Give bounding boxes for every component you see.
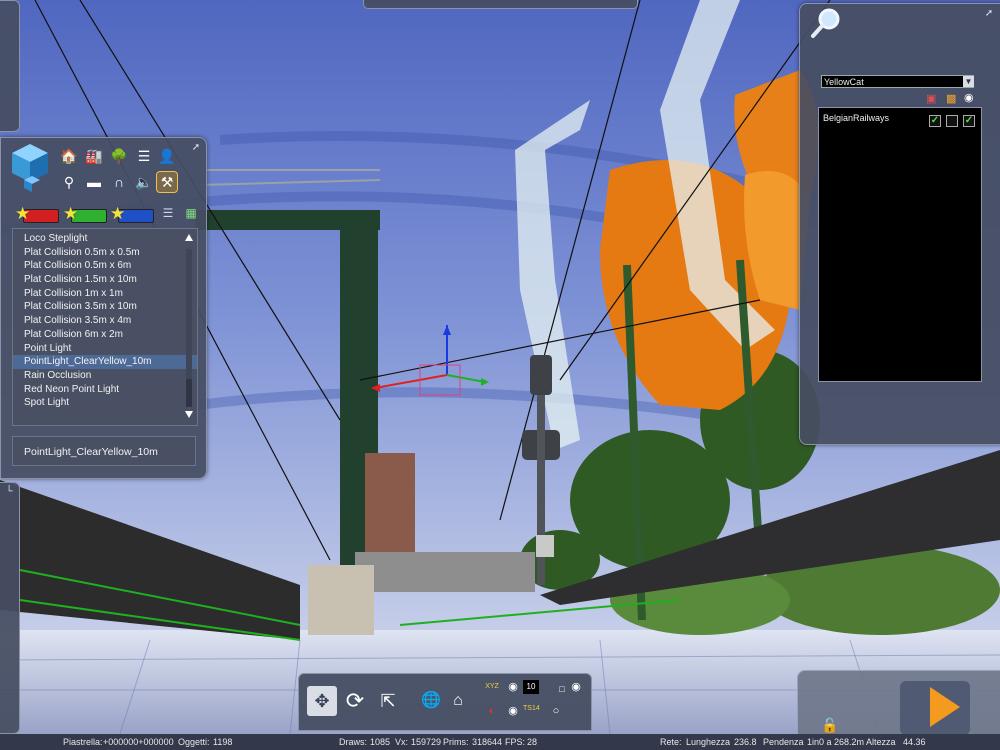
eye-icon[interactable]: ◉ [964, 91, 974, 104]
list-item[interactable]: Plat Collision 1m x 1m [13, 287, 197, 301]
fps-label: FPS: [505, 737, 526, 747]
objects-value: 1198 [213, 737, 233, 747]
list-item[interactable]: Red Neon Point Light [13, 383, 197, 397]
axis-label: XYZ [485, 683, 499, 690]
layer-panel: ➚ YellowCat ▼ ▣ ▩ ◉ BelgianRailways ✓ ✓ [799, 3, 1000, 445]
height-label: Altezza [866, 737, 896, 747]
bridge-icon[interactable]: ▬ [84, 172, 104, 192]
list-item[interactable]: Spot Light [13, 396, 197, 410]
bridge [355, 552, 535, 592]
bottom-toolbar: ✥ ⟳ ⇱ 🌐 ⌂ XYZ ◉ 10 □ ◉ ◐ ◉ TS14 ○ [298, 673, 592, 731]
vx-label: Vx: [395, 737, 409, 747]
search-icon[interactable] [810, 7, 842, 39]
lock-small-icon[interactable]: □ [555, 682, 569, 696]
list-item[interactable]: Plat Collision 0.5m x 0.5m [13, 246, 197, 260]
fps-value: 28 [527, 737, 538, 747]
play-panel: 🔓 [797, 670, 1000, 736]
tile-value: +000000+000000 [103, 737, 174, 747]
cube-icon[interactable] [10, 142, 50, 192]
star-icon: ★ [63, 204, 79, 223]
brick-hut [365, 453, 415, 553]
counter-value[interactable]: 10 [523, 680, 539, 694]
list-item[interactable]: Plat Collision 6m x 2m [13, 328, 197, 342]
pin-icon[interactable]: ➚ [983, 8, 995, 20]
scroll-down-icon [185, 411, 193, 418]
top-panel-stub[interactable] [363, 0, 638, 9]
crane-icon[interactable]: ⚒ [156, 171, 178, 193]
object-browser-panel: ➚ 🏠 🏭 🌳 ☰ 👤 ⚲ ▬ ∩ 🔈 ⚒ ★ ★ ★ ☰ ▦ Loco Ste… [0, 137, 207, 479]
layer-check-1[interactable]: ✓ [929, 115, 941, 127]
concrete-pillar [308, 565, 374, 635]
list-item[interactable]: Loco Steplight [13, 232, 197, 246]
tunnel-icon[interactable]: ∩ [109, 172, 129, 192]
person-icon[interactable]: 👤 [157, 146, 177, 166]
globe-icon[interactable]: 🌐 [416, 686, 446, 716]
radio-icon[interactable]: ◉ [506, 704, 520, 718]
draws-label: Draws: [339, 737, 368, 747]
scale-icon[interactable]: ⇱ [373, 686, 403, 716]
list-item[interactable]: Plat Collision 3.5m x 10m [13, 300, 197, 314]
tree-icon[interactable]: 🌳 [109, 146, 129, 166]
rotate-icon[interactable]: ⟳ [340, 686, 370, 716]
list-view-icon[interactable]: ☰ [158, 203, 178, 223]
selected-asset-name: PointLight_ClearYellow_10m [12, 436, 196, 466]
home-icon[interactable]: ⌂ [443, 686, 473, 716]
slope-value: 1in0 a 268.2m [807, 737, 865, 747]
signal-icon[interactable]: ⚲ [59, 172, 79, 192]
star-icon: ★ [15, 204, 31, 223]
region-filter-select[interactable]: YellowCat [821, 75, 974, 88]
track-icon[interactable]: ☰ [134, 146, 154, 166]
height-value: 44.36 [903, 737, 926, 747]
pin-icon[interactable]: └ [3, 486, 15, 498]
speaker-icon[interactable]: 🔈 [134, 172, 154, 192]
network-label: Rete: [660, 737, 682, 747]
list-scrollbar[interactable] [182, 229, 196, 425]
radio-icon[interactable]: ○ [549, 704, 563, 718]
move-icon[interactable]: ✥ [307, 686, 337, 716]
draws-value: 1085 [370, 737, 391, 747]
length-label: Lunghezza [686, 737, 731, 747]
train-filter-icon[interactable]: ▣ [926, 92, 936, 105]
layer-check-2[interactable] [946, 115, 958, 127]
lock-icon[interactable]: 🔓 [820, 715, 840, 735]
list-item[interactable]: Point Light [13, 342, 197, 356]
pokeball-icon[interactable]: ◐ [485, 704, 499, 718]
slope-label: Pendenza [763, 737, 804, 747]
grid-view-icon[interactable]: ▦ [181, 203, 201, 223]
ts-label: TS14 [523, 705, 540, 712]
top-left-panel-stub[interactable] [0, 0, 20, 132]
list-item-selected[interactable]: PointLight_ClearYellow_10m [13, 355, 197, 369]
asset-list[interactable]: Loco Steplight Plat Collision 0.5m x 0.5… [12, 228, 198, 426]
factory-icon[interactable]: 🏭 [84, 146, 104, 166]
list-item[interactable]: Plat Collision 3.5m x 4m [13, 314, 197, 328]
play-icon [930, 687, 960, 727]
scroll-up-icon [185, 234, 193, 241]
list-item[interactable]: Rain Occlusion [13, 369, 197, 383]
list-item[interactable]: Plat Collision 1.5m x 10m [13, 273, 197, 287]
chevron-down-icon[interactable]: ▼ [963, 76, 974, 87]
radio-icon[interactable]: ◉ [506, 680, 520, 694]
play-button[interactable] [900, 681, 970, 735]
length-value: 236.8 [734, 737, 757, 747]
radio-icon[interactable]: ◉ [569, 680, 583, 694]
tile-label: Piastrella: [63, 737, 103, 747]
prims-label: Prims: [443, 737, 469, 747]
vx-value: 159729 [411, 737, 442, 747]
list-item[interactable]: Plat Collision 0.5m x 6m [13, 259, 197, 273]
layer-list[interactable]: BelgianRailways ✓ ✓ [818, 107, 982, 382]
mid-left-panel-stub[interactable]: └ [0, 482, 20, 734]
prims-value: 318644 [472, 737, 503, 747]
house-icon[interactable]: 🏠 [59, 146, 79, 166]
layer-name[interactable]: BelgianRailways [823, 113, 889, 123]
star-icon: ★ [110, 204, 126, 223]
layer-check-3[interactable]: ✓ [963, 115, 975, 127]
status-bar: Piastrella: +000000+000000 Oggetti: 1198… [0, 734, 1000, 750]
loco-filter-icon[interactable]: ▩ [946, 92, 956, 105]
objects-label: Oggetti: [178, 737, 210, 747]
pin-icon[interactable]: ➚ [190, 142, 202, 154]
